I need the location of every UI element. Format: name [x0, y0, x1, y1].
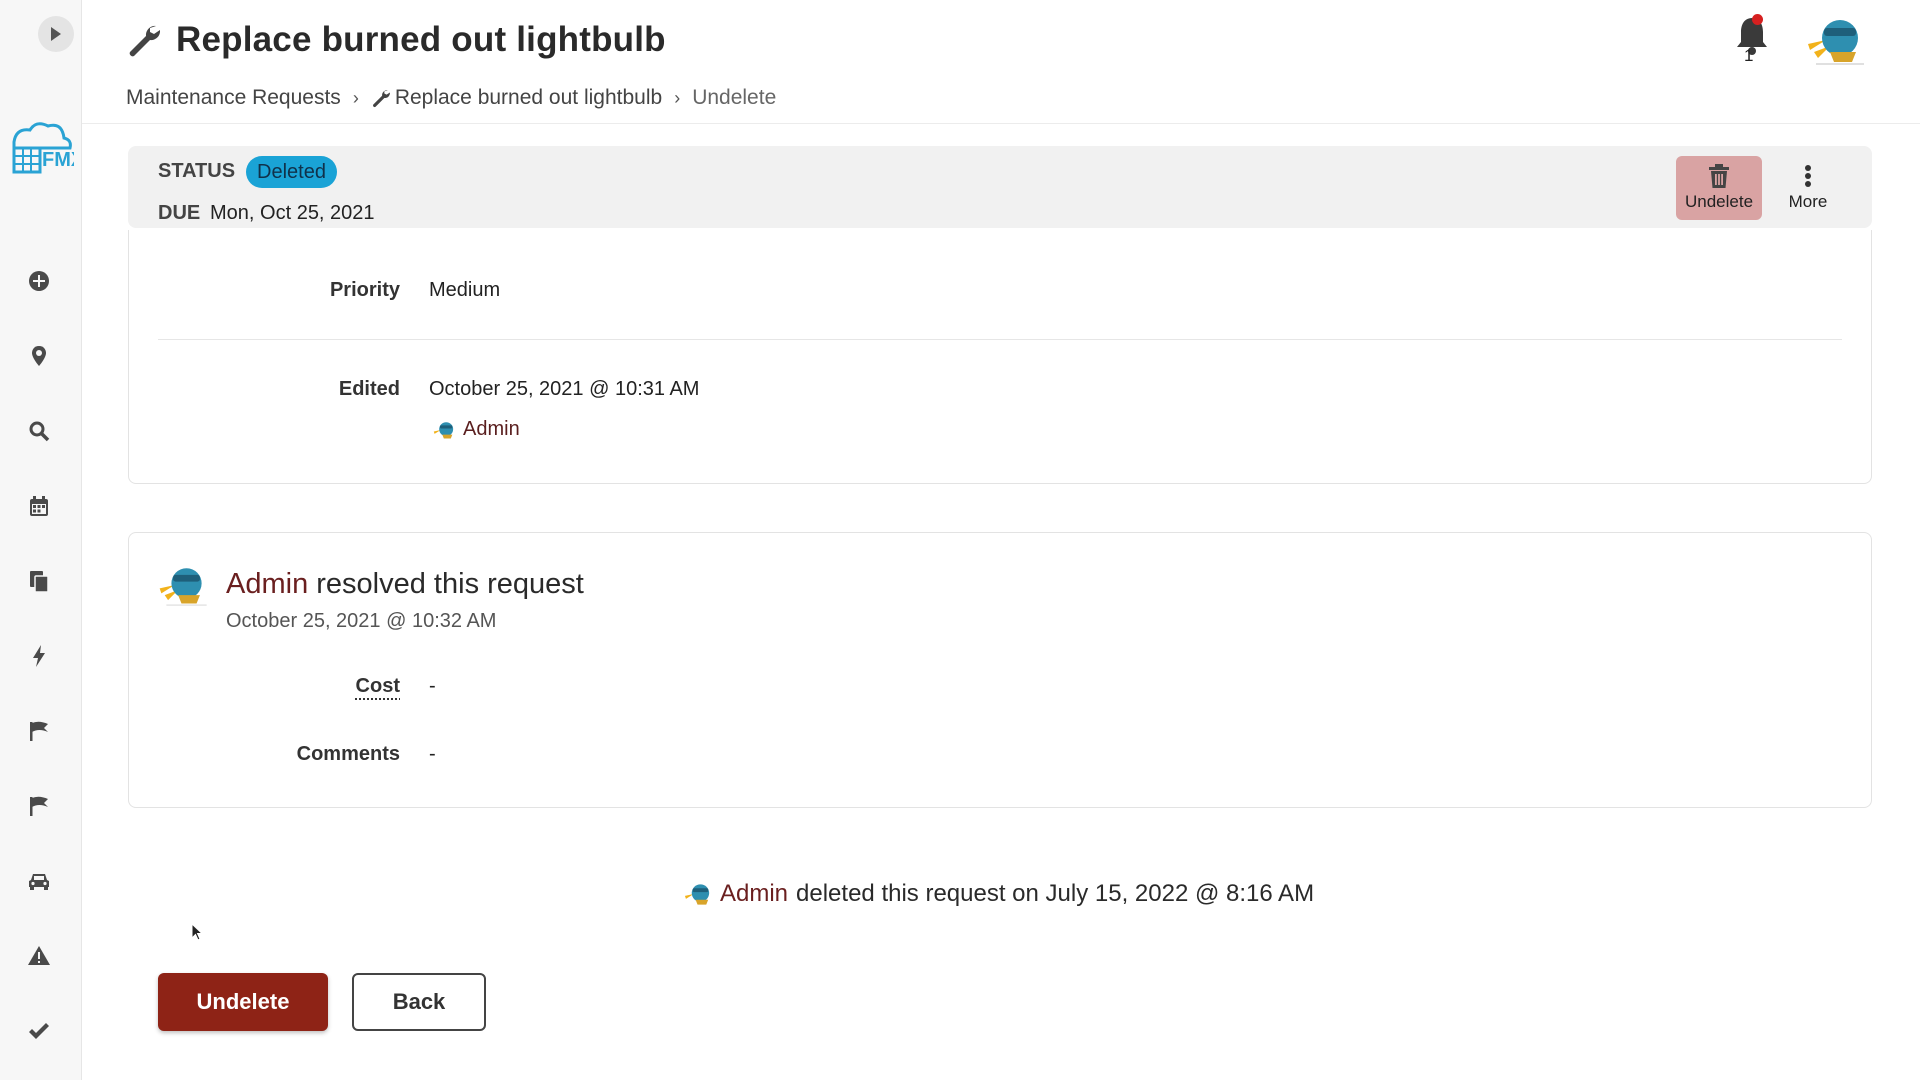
svg-text:FMX: FMX — [42, 149, 74, 171]
breadcrumb-current: Undelete — [692, 86, 777, 109]
page-title: Replace burned out lightbulb — [176, 20, 666, 59]
mouse-cursor-icon — [191, 923, 203, 941]
plus-circle-icon[interactable] — [24, 266, 54, 296]
search-icon[interactable] — [24, 416, 54, 446]
due-label: DUE — [158, 202, 201, 224]
more-button[interactable]: More — [1772, 156, 1844, 220]
status-label: STATUS — [158, 160, 236, 182]
map-pin-icon[interactable] — [24, 341, 54, 371]
chevron-right-icon: › — [674, 87, 681, 108]
notification-count: 1 — [1744, 46, 1754, 65]
resolution-date: October 25, 2021 @ 10:32 AM — [226, 610, 497, 632]
resolved-by-user-link[interactable]: Admin — [226, 568, 308, 600]
documents-icon[interactable] — [24, 566, 54, 596]
more-vertical-icon — [1805, 165, 1811, 187]
deletion-text: deleted this request on July 15, 2022 @ … — [796, 880, 1315, 907]
cost-label[interactable]: Cost — [180, 675, 400, 698]
deleted-by-user-link[interactable]: Admin — [720, 880, 788, 908]
resolution-action-text: resolved this request — [316, 568, 584, 600]
lightning-icon[interactable] — [24, 641, 54, 671]
back-button[interactable]: Back — [352, 973, 486, 1031]
details-divider — [158, 339, 1842, 340]
cost-value: - — [429, 675, 436, 697]
flag-icon[interactable] — [24, 791, 54, 821]
priority-value: Medium — [429, 279, 501, 301]
breadcrumb: Maintenance Requests › Replace burned ou… — [126, 86, 776, 110]
page-header: Replace burned out lightbulb — [126, 16, 666, 64]
edited-by-user-link[interactable]: Admin — [433, 418, 520, 441]
caret-right-icon — [51, 27, 61, 41]
comments-value: - — [429, 743, 436, 765]
edited-by-name: Admin — [463, 418, 520, 440]
header-divider — [82, 123, 1920, 124]
edited-date: October 25, 2021 @ 10:31 AM — [429, 378, 700, 400]
undelete-button[interactable]: Undelete — [158, 973, 328, 1031]
status-badge: Deleted — [246, 156, 337, 188]
user-avatar — [684, 884, 710, 905]
flag-icon[interactable] — [24, 716, 54, 746]
breadcrumb-request[interactable]: Replace burned out lightbulb — [395, 86, 662, 110]
user-avatar[interactable] — [1806, 14, 1868, 66]
user-avatar — [159, 568, 207, 606]
breadcrumb-maintenance-requests[interactable]: Maintenance Requests — [126, 86, 341, 110]
chevron-right-icon: › — [352, 87, 359, 108]
comments-label: Comments — [296, 743, 400, 765]
sidebar: FMX — [0, 0, 85, 1080]
warning-icon[interactable] — [24, 941, 54, 971]
check-icon[interactable] — [24, 1016, 54, 1046]
undelete-toolbar-button[interactable]: Undelete — [1676, 156, 1762, 220]
more-label: More — [1788, 192, 1828, 211]
deletion-note: Admin deleted this request on July 15, 2… — [684, 880, 1314, 908]
edited-label: Edited — [338, 378, 400, 400]
status-bar: STATUS Deleted DUE Mon, Oct 25, 2021 Und… — [128, 146, 1872, 228]
notification-dot — [1752, 14, 1763, 25]
details-card — [128, 230, 1872, 484]
user-avatar — [433, 421, 454, 439]
fmx-logo[interactable]: FMX — [6, 120, 85, 176]
wrench-icon — [372, 90, 390, 108]
resolution-title: Admin resolved this request — [226, 568, 584, 601]
sidebar-toggle-button[interactable] — [38, 16, 74, 52]
trash-icon — [1709, 164, 1729, 188]
car-icon[interactable] — [24, 866, 54, 896]
wrench-icon — [129, 25, 161, 57]
calendar-icon[interactable] — [24, 491, 54, 521]
due-date: Mon, Oct 25, 2021 — [210, 202, 375, 224]
priority-label: Priority — [329, 279, 400, 301]
undelete-toolbar-label: Undelete — [1684, 192, 1754, 211]
